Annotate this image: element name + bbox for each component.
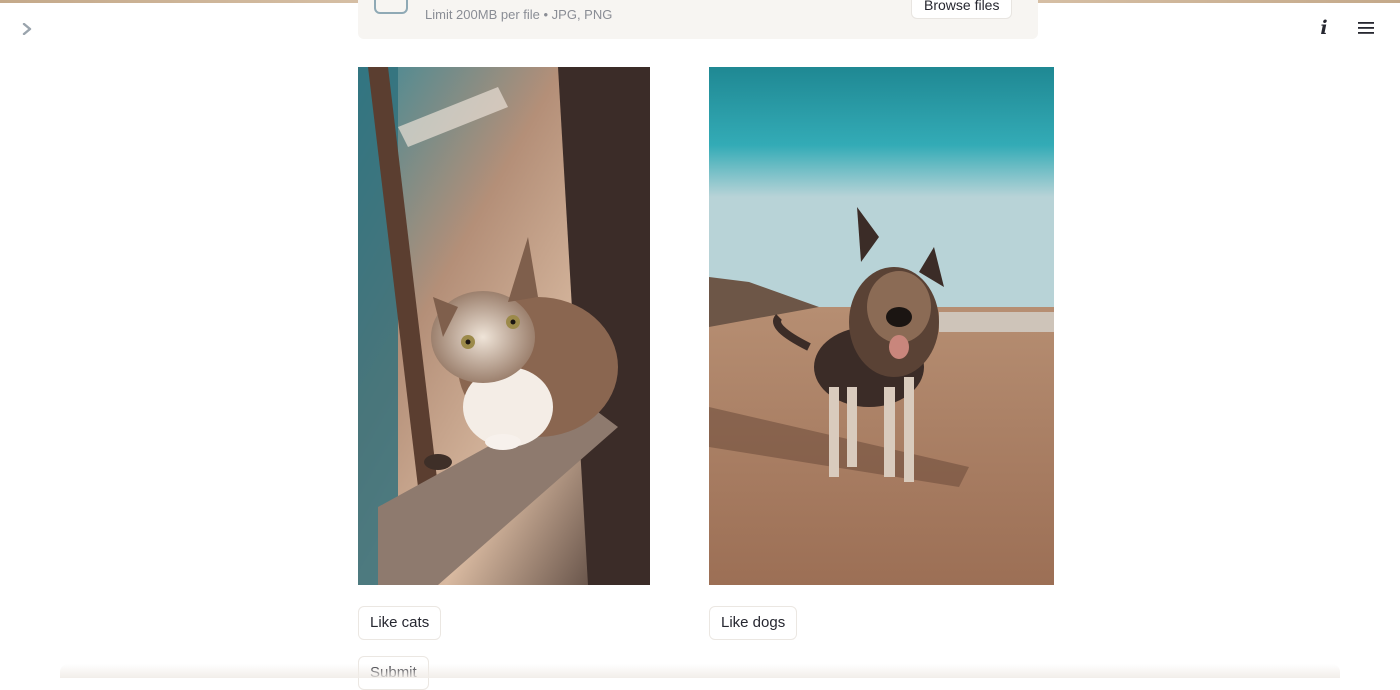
like-dogs-button[interactable]: Like dogs bbox=[709, 606, 798, 640]
cat-photo-illustration bbox=[358, 67, 650, 585]
hamburger-menu-icon bbox=[1358, 22, 1374, 34]
dog-image bbox=[709, 67, 1054, 585]
info-icon: i bbox=[1320, 16, 1328, 39]
chevron-right-icon bbox=[22, 23, 32, 35]
dog-photo-illustration bbox=[709, 67, 1054, 585]
info-button[interactable]: i bbox=[1314, 16, 1334, 40]
file-uploader-dropzone[interactable]: Limit 200MB per file • JPG, PNG Browse f… bbox=[358, 0, 1038, 39]
upload-cloud-icon bbox=[374, 0, 408, 14]
like-cats-button[interactable]: Like cats bbox=[358, 606, 442, 640]
main-menu-button[interactable] bbox=[1356, 16, 1376, 40]
upload-limit-text: Limit 200MB per file • JPG, PNG bbox=[425, 7, 613, 22]
header-actions: i bbox=[1314, 16, 1376, 40]
cat-image bbox=[358, 67, 650, 585]
sidebar-toggle-button[interactable] bbox=[17, 19, 37, 39]
browse-files-button[interactable]: Browse files bbox=[911, 0, 1013, 19]
